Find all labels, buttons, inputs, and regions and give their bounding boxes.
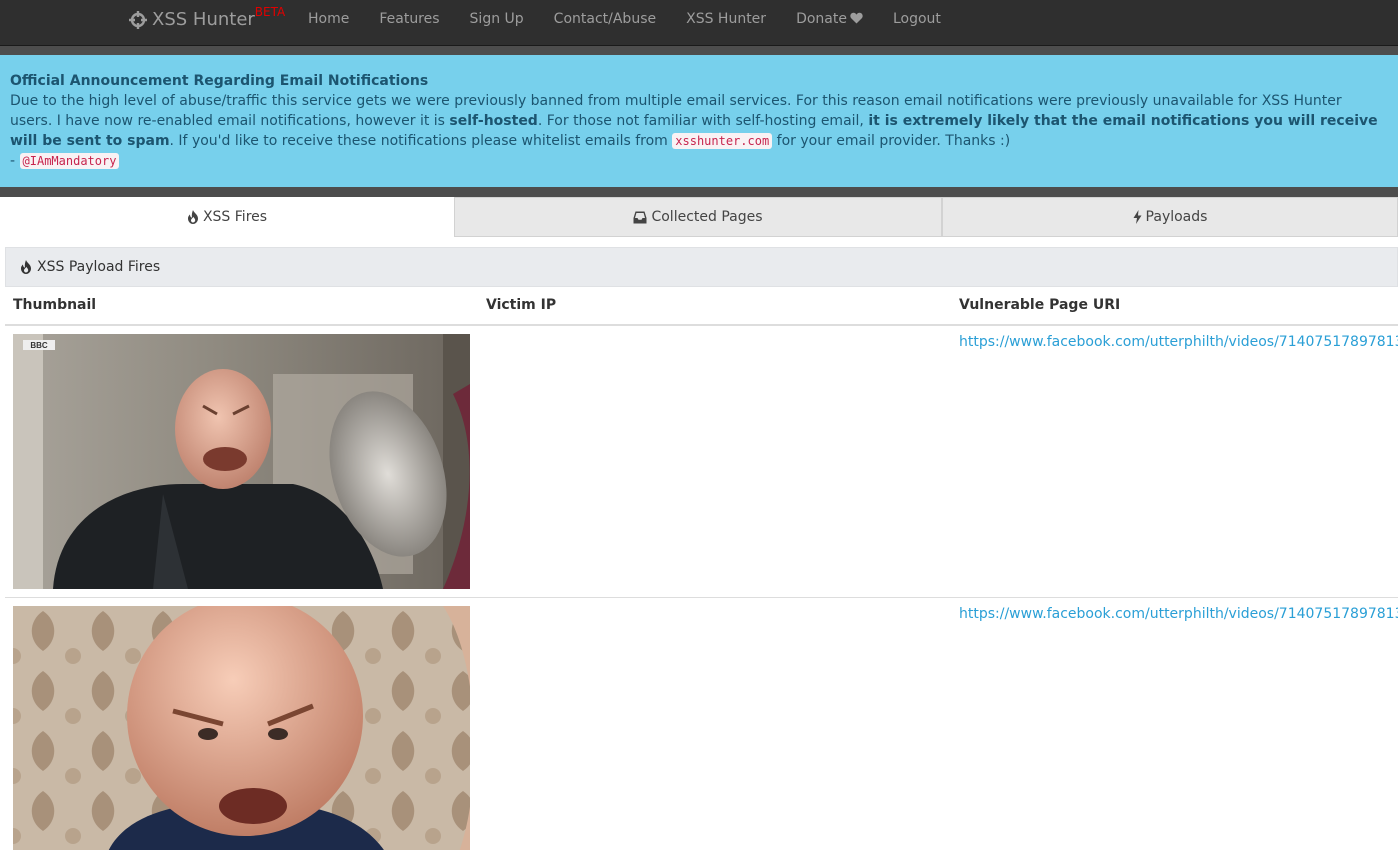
announcement-text-3: . If you'd like to receive these notific… bbox=[169, 133, 673, 149]
announcement-text-2: . For those not familiar with self-hosti… bbox=[537, 113, 869, 129]
brand-link[interactable]: XSS Hunter BETA bbox=[128, 5, 285, 30]
tab-collected-pages[interactable]: Collected Pages bbox=[454, 197, 942, 237]
tab-xss-fires-label: XSS Fires bbox=[202, 209, 268, 225]
nav-home[interactable]: Home bbox=[293, 0, 364, 40]
nav-sign-up[interactable]: Sign Up bbox=[455, 0, 539, 40]
nav-contact-abuse[interactable]: Contact/Abuse bbox=[539, 0, 671, 40]
uri-cell: https://www.facebook.com/utterphilth/vid… bbox=[951, 325, 1398, 598]
beta-badge: BETA bbox=[254, 4, 286, 19]
bolt-icon bbox=[1133, 210, 1142, 224]
fires-table: Thumbnail Victim IP Vulnerable Page URI bbox=[5, 287, 1398, 850]
vulnerable-uri-link[interactable]: https://www.facebook.com/utterphilth/vid… bbox=[959, 606, 1398, 622]
nav-donate[interactable]: Donate bbox=[781, 0, 878, 40]
thumbnail-image[interactable] bbox=[13, 606, 470, 850]
panel-heading: XSS Payload Fires bbox=[5, 247, 1398, 287]
fire-icon bbox=[187, 210, 198, 224]
tab-xss-fires[interactable]: XSS Fires bbox=[0, 197, 454, 237]
tab-collected-pages-label: Collected Pages bbox=[651, 209, 763, 225]
column-header-victim-ip[interactable]: Victim IP bbox=[478, 287, 951, 326]
nav-donate-label: Donate bbox=[796, 11, 847, 27]
signature-dash: - bbox=[10, 153, 20, 169]
top-navbar: XSS Hunter BETA Home Features Sign Up Con… bbox=[0, 0, 1398, 46]
column-header-uri[interactable]: Vulnerable Page URI bbox=[951, 287, 1398, 326]
heart-icon bbox=[850, 12, 863, 24]
table-header-row: Thumbnail Victim IP Vulnerable Page URI bbox=[5, 287, 1398, 326]
tab-payloads[interactable]: Payloads bbox=[942, 197, 1398, 237]
announcement-signature: @IAmMandatory bbox=[19, 153, 120, 169]
tab-payloads-label: Payloads bbox=[1145, 209, 1208, 225]
nav-logout-label: Logout bbox=[892, 11, 941, 27]
main-nav: Home Features Sign Up Contact/Abuse XSS … bbox=[293, 0, 956, 40]
announcement-text-4: for your email provider. Thanks :) bbox=[772, 133, 1011, 149]
announcement-alert: Official Announcement Regarding Email No… bbox=[0, 55, 1398, 187]
thumbnail-picture: BBC bbox=[13, 334, 470, 589]
nav-sign-up-label: Sign Up bbox=[469, 11, 524, 27]
nav-features-label: Features bbox=[379, 11, 440, 27]
announcement-domain: xsshunter.com bbox=[672, 133, 773, 149]
nav-xss-hunter-label: XSS Hunter bbox=[686, 11, 767, 27]
victim-ip-cell bbox=[478, 325, 951, 598]
brand-name: XSS Hunter bbox=[152, 9, 255, 30]
main-tabs: XSS Fires Collected Pages Payloads bbox=[0, 197, 1398, 237]
inbox-icon bbox=[633, 211, 647, 223]
nav-xss-hunter[interactable]: XSS Hunter bbox=[671, 0, 781, 40]
announcement-signature-line: - @IAmMandatory bbox=[10, 151, 1388, 171]
uri-cell: https://www.facebook.com/utterphilth/vid… bbox=[951, 597, 1398, 850]
victim-ip-cell bbox=[478, 597, 951, 850]
announcement-title: Official Announcement Regarding Email No… bbox=[10, 73, 429, 89]
table-row[interactable]: BBC https://www.facebook.com/utterphilth… bbox=[5, 325, 1398, 598]
thumbnail-cell: BBC bbox=[5, 325, 478, 598]
nav-home-label: Home bbox=[308, 11, 350, 27]
fires-panel: XSS Payload Fires Thumbnail Victim IP Vu… bbox=[5, 247, 1398, 850]
table-row[interactable]: https://www.facebook.com/utterphilth/vid… bbox=[5, 597, 1398, 850]
announcement-bold-1: self-hosted bbox=[449, 113, 538, 129]
column-header-thumbnail[interactable]: Thumbnail bbox=[5, 287, 478, 326]
thumbnail-cell bbox=[5, 597, 478, 850]
nav-features[interactable]: Features bbox=[364, 0, 454, 40]
fire-icon bbox=[21, 260, 31, 274]
announcement-body: Due to the high level of abuse/traffic t… bbox=[10, 91, 1388, 151]
vulnerable-uri-link[interactable]: https://www.facebook.com/utterphilth/vid… bbox=[959, 334, 1398, 350]
bbc-watermark: BBC bbox=[30, 341, 48, 350]
thumbnail-picture bbox=[13, 606, 470, 850]
nav-logout[interactable]: Logout bbox=[878, 0, 956, 40]
crosshair-logo-icon bbox=[129, 10, 147, 29]
panel-heading-label: XSS Payload Fires bbox=[37, 259, 161, 275]
thumbnail-image[interactable]: BBC bbox=[13, 334, 470, 589]
nav-contact-label: Contact/Abuse bbox=[553, 11, 657, 27]
